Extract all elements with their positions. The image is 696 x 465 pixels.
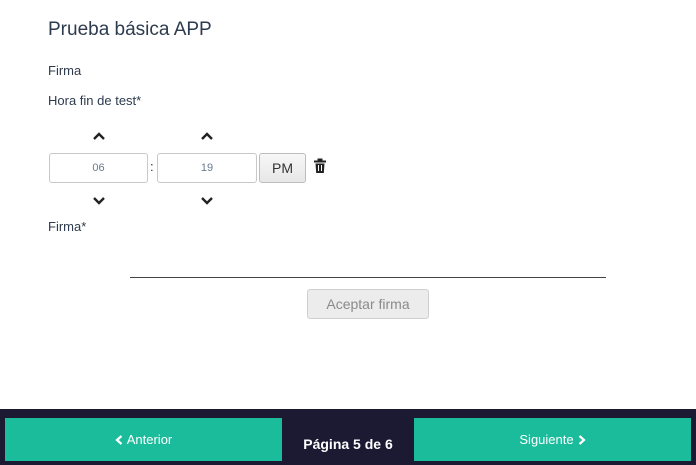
chevron-up-icon bbox=[201, 132, 213, 140]
time-separator: : bbox=[150, 159, 154, 174]
clear-time-button[interactable] bbox=[313, 158, 327, 174]
trash-icon bbox=[314, 158, 326, 173]
chevron-right-icon bbox=[578, 434, 586, 445]
form-title: Prueba básica APP bbox=[48, 19, 212, 40]
next-button-label: Siguiente bbox=[519, 432, 574, 447]
minute-decrement-button[interactable] bbox=[197, 193, 217, 209]
minute-increment-button[interactable] bbox=[197, 128, 217, 144]
end-time-label: Hora fin de test* bbox=[48, 93, 142, 108]
hour-input[interactable]: 06 bbox=[49, 153, 148, 183]
accept-signature-button[interactable]: Aceptar firma bbox=[307, 289, 429, 319]
previous-button[interactable]: Anterior bbox=[5, 418, 282, 461]
hour-increment-button[interactable] bbox=[89, 128, 109, 144]
previous-button-label: Anterior bbox=[126, 432, 173, 447]
chevron-up-icon bbox=[93, 132, 105, 140]
chevron-down-icon bbox=[201, 197, 213, 205]
chevron-left-icon bbox=[115, 434, 122, 445]
footer-nav: Anterior Página 5 de 6 Siguiente bbox=[0, 409, 696, 465]
page-indicator: Página 5 de 6 bbox=[303, 436, 393, 452]
signature-line[interactable] bbox=[130, 277, 606, 278]
minute-input[interactable]: 19 bbox=[157, 153, 257, 183]
next-button[interactable]: Siguiente bbox=[414, 418, 691, 461]
section-label-firma: Firma bbox=[48, 63, 82, 78]
signature-label: Firma* bbox=[48, 219, 87, 234]
meridian-toggle-button[interactable]: PM bbox=[259, 153, 306, 183]
chevron-down-icon bbox=[93, 197, 105, 205]
hour-decrement-button[interactable] bbox=[89, 193, 109, 209]
